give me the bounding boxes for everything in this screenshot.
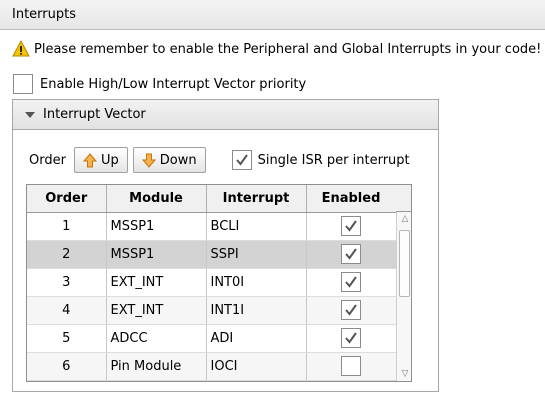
window-title: Interrupts [0, 0, 545, 30]
scrollbar-thumb[interactable] [399, 230, 410, 297]
move-up-button[interactable]: Up [73, 147, 128, 173]
single-isr-checkbox[interactable] [231, 150, 252, 170]
checkmark-icon [345, 248, 357, 260]
move-down-label: Down [159, 152, 197, 168]
priority-checkbox[interactable] [13, 74, 33, 94]
order-cell: 6 [27, 352, 107, 381]
interrupt-table: Order Module Interrupt Enabled 1 MSSP1 B… [26, 184, 412, 382]
collapse-triangle-icon[interactable] [25, 111, 35, 118]
order-cell: 3 [27, 268, 107, 297]
single-isr-label: Single ISR per interrupt [257, 152, 410, 168]
enabled-cell [306, 240, 397, 269]
enabled-cell [306, 296, 397, 325]
enabled-cell [306, 212, 397, 241]
interrupt-cell: SSPI [206, 240, 307, 269]
table-row-selected[interactable]: 2 MSSP1 SSPI [27, 240, 397, 269]
column-header-interrupt[interactable]: Interrupt [206, 185, 307, 213]
module-cell: ADCC [106, 324, 207, 353]
header-corner [396, 185, 411, 212]
enabled-checkbox[interactable] [341, 328, 361, 348]
order-cell: 2 [27, 240, 107, 269]
checkmark-icon [345, 304, 357, 316]
checkmark-icon [345, 332, 357, 344]
table-row[interactable]: 4 EXT_INT INT1I [27, 296, 397, 325]
interrupt-vector-panel: Interrupt Vector Order Up Down Single IS… [12, 99, 439, 392]
interrupt-vector-header[interactable]: Interrupt Vector [13, 100, 438, 130]
column-header-order[interactable]: Order [27, 185, 107, 213]
module-cell: MSSP1 [106, 212, 207, 241]
order-label: Order [29, 152, 66, 168]
checkmark-icon [235, 154, 248, 166]
interrupt-vector-title: Interrupt Vector [43, 107, 146, 122]
order-cell: 4 [27, 296, 107, 325]
warning-text: Please remember to enable the Peripheral… [34, 41, 542, 57]
table-row[interactable]: 5 ADCC ADI [27, 324, 397, 353]
column-header-module[interactable]: Module [106, 185, 207, 213]
table-row[interactable]: 3 EXT_INT INT0I [27, 268, 397, 297]
enabled-checkbox[interactable] [341, 356, 361, 376]
warning-message: Please remember to enable the Peripheral… [12, 38, 541, 60]
table-row[interactable]: 1 MSSP1 BCLI [27, 212, 397, 241]
enabled-checkbox[interactable] [341, 244, 361, 264]
priority-option[interactable]: Enable High/Low Interrupt Vector priorit… [13, 72, 306, 96]
module-cell: Pin Module [106, 352, 207, 381]
priority-label: Enable High/Low Interrupt Vector priorit… [40, 76, 307, 92]
interrupt-cell: BCLI [206, 212, 307, 241]
module-cell: EXT_INT [106, 296, 207, 325]
order-cell: 1 [27, 212, 107, 241]
enabled-checkbox[interactable] [341, 272, 361, 292]
move-up-label: Up [100, 152, 119, 168]
checkmark-icon [345, 276, 357, 288]
order-cell: 5 [27, 324, 107, 353]
order-toolbar: Order Up Down Single ISR per interrupt [29, 146, 410, 174]
interrupt-cell: IOCI [206, 352, 307, 381]
column-header-enabled[interactable]: Enabled [306, 185, 397, 213]
enabled-cell [306, 324, 397, 353]
warning-icon [12, 39, 30, 58]
scroll-up-icon[interactable]: △ [400, 214, 410, 224]
interrupt-cell: INT1I [206, 296, 307, 325]
module-cell: EXT_INT [106, 268, 207, 297]
enabled-cell [306, 352, 397, 381]
checkmark-icon [345, 220, 357, 232]
enabled-cell [306, 268, 397, 297]
interrupt-cell: ADI [206, 324, 307, 353]
interrupt-cell: INT0I [206, 268, 307, 297]
module-cell: MSSP1 [106, 240, 207, 269]
enabled-checkbox[interactable] [341, 216, 361, 236]
arrow-down-icon [141, 153, 156, 168]
vertical-scrollbar[interactable]: △ ▽ [396, 212, 411, 381]
move-down-button[interactable]: Down [132, 147, 206, 173]
scroll-down-icon[interactable]: ▽ [400, 369, 410, 379]
enabled-checkbox[interactable] [341, 300, 361, 320]
table-row[interactable]: 6 Pin Module IOCI [27, 352, 397, 381]
arrow-up-icon [82, 152, 97, 167]
